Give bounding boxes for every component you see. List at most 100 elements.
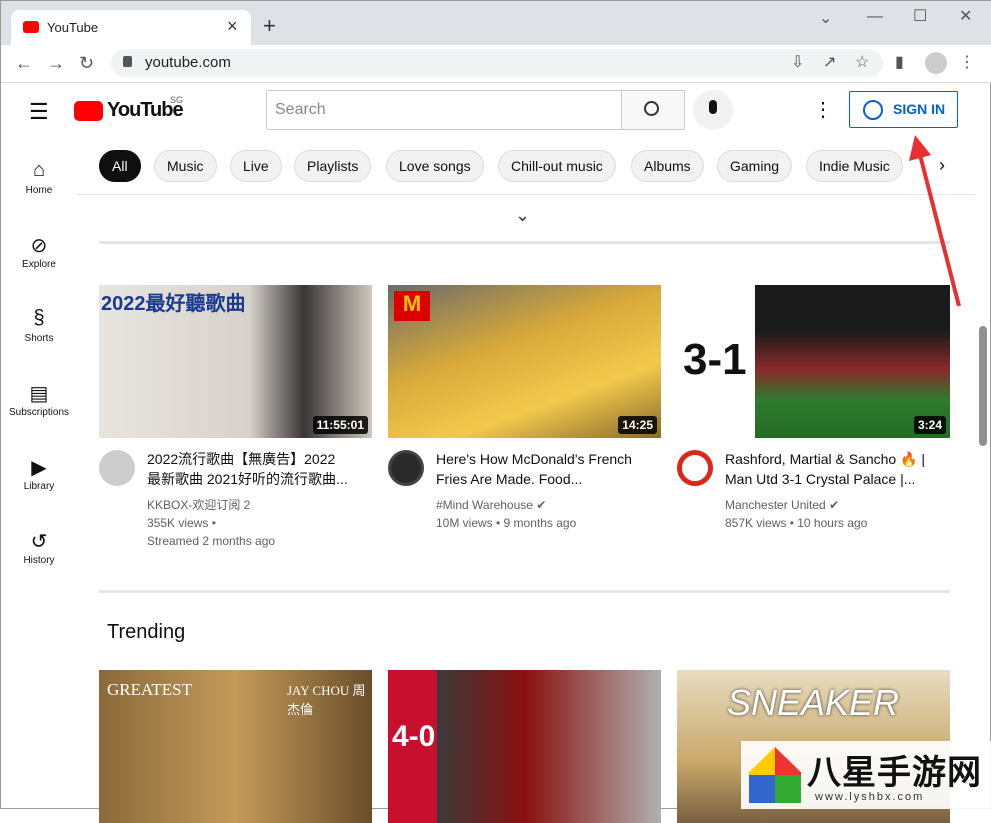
chrome-menu-icon[interactable]: ⋮ [959, 53, 975, 73]
sidebar-label: Shorts [25, 333, 54, 344]
lock-icon [123, 56, 132, 67]
microphone-icon [709, 100, 717, 114]
new-tab-button[interactable]: + [263, 13, 276, 39]
sidebar-item-explore[interactable]: ⊘Explore [1, 233, 77, 270]
expand-chevron-icon[interactable]: ⌄ [515, 205, 530, 226]
section-divider [99, 241, 950, 244]
maximize-icon[interactable]: ☐ [913, 7, 927, 27]
chip-chill-out-music[interactable]: Chill-out music [498, 150, 616, 182]
channel-avatar[interactable] [388, 450, 424, 486]
watermark-logo: 八星手游网 www.lyshbx.com [741, 741, 991, 809]
sidebar-label: Explore [22, 259, 56, 270]
scrollbar-thumb[interactable] [979, 326, 987, 446]
minimize-icon[interactable]: — [867, 7, 883, 27]
compass-icon: ⊘ [1, 233, 77, 259]
sign-in-button[interactable]: SIGN IN [849, 91, 958, 128]
sidebar-item-subscriptions[interactable]: ▤Subscriptions [1, 381, 77, 418]
video-meta: KKBOX-欢迎订阅 2355K views •Streamed 2 month… [147, 496, 275, 550]
address-bar[interactable]: youtube.com ⇩ ↗ ☆ [111, 49, 883, 77]
video-title[interactable]: Here's How McDonald's FrenchFries Are Ma… [436, 449, 666, 489]
video-title[interactable]: Rashford, Martial & Sancho 🔥 |Man Utd 3-… [725, 449, 955, 489]
forward-icon[interactable]: → [47, 53, 65, 73]
sidebar-label: Home [26, 185, 53, 196]
scrollbar[interactable] [977, 83, 989, 810]
thumbnail-text: 3-1 [683, 335, 747, 385]
thumbnail-text: 4-0 [392, 720, 435, 754]
history-icon: ↺ [1, 529, 77, 555]
video-thumbnail[interactable]: M 14:25 [388, 285, 661, 438]
subscriptions-icon: ▤ [1, 381, 77, 407]
side-panel-icon[interactable]: ▮ [895, 53, 904, 73]
url-text: youtube.com [145, 54, 231, 71]
watermark-url: www.lyshbx.com [815, 791, 924, 803]
reload-icon[interactable]: ↻ [79, 53, 94, 73]
sidebar-item-library[interactable]: ▶Library [1, 455, 77, 492]
trending-heading: Trending [107, 621, 185, 644]
tab-title: YouTube [47, 20, 98, 35]
upload-age: Streamed 2 months ago [147, 532, 275, 550]
browser-tab[interactable]: YouTube × [11, 10, 251, 45]
sidebar-item-home[interactable]: ⌂Home [1, 159, 77, 196]
back-icon[interactable]: ← [15, 53, 33, 73]
search-input[interactable]: Search [266, 90, 622, 130]
region-label: SG [170, 95, 183, 105]
account-icon [863, 100, 883, 120]
video-meta: #Mind Warehouse ✔10M views • 9 months ag… [436, 496, 576, 532]
close-window-icon[interactable]: ✕ [959, 7, 972, 27]
sign-in-label: SIGN IN [893, 101, 945, 117]
thumbnail-text: 2022最好聽歌曲 [101, 287, 246, 316]
title-line: Man Utd 3-1 Crystal Palace |... [725, 469, 955, 489]
sidebar-label: History [23, 555, 54, 566]
duration-badge: 14:25 [618, 416, 657, 434]
channel-avatar[interactable] [99, 450, 135, 486]
chip-live[interactable]: Live [230, 150, 282, 182]
guide-menu-icon[interactable]: ☰ [29, 99, 49, 125]
video-meta: Manchester United ✔857K views • 10 hours… [725, 496, 867, 532]
search-button[interactable] [621, 90, 685, 130]
thumbnail-text: GREATEST [107, 680, 192, 700]
close-tab-icon[interactable]: × [227, 16, 238, 37]
sidebar-item-shorts[interactable]: §Shorts [1, 307, 77, 344]
verified-icon: ✔ [536, 498, 546, 512]
trending-thumbnail[interactable]: GREATEST JAY CHOU 周杰倫 [99, 670, 372, 823]
red-arrow-annotation [901, 131, 971, 321]
chip-music[interactable]: Music [154, 150, 217, 182]
title-line: 最新歌曲 2021好听的流行歌曲... [147, 469, 377, 489]
youtube-favicon-icon [23, 21, 39, 33]
youtube-play-icon [74, 101, 103, 121]
install-icon[interactable]: ⇩ [791, 53, 804, 73]
channel-avatar[interactable] [677, 450, 713, 486]
sidebar-item-history[interactable]: ↺History [1, 529, 77, 566]
profile-avatar-icon[interactable] [925, 52, 947, 74]
chip-gaming[interactable]: Gaming [717, 150, 792, 182]
view-count: 857K views • 10 hours ago [725, 514, 867, 532]
thumbnail-text: JAY CHOU 周杰倫 [287, 680, 372, 718]
chip-love-songs[interactable]: Love songs [386, 150, 484, 182]
thumbnail-text: SNEAKER [727, 682, 899, 724]
section-divider [99, 590, 950, 593]
video-thumbnail[interactable]: 2022最好聽歌曲 11:55:01 [99, 285, 372, 438]
chip-all[interactable]: All [99, 150, 141, 182]
chip-indie-music[interactable]: Indie Music [806, 150, 903, 182]
share-icon[interactable]: ↗ [823, 53, 836, 73]
channel-name[interactable]: Manchester United [725, 498, 826, 512]
settings-menu-icon[interactable]: ⋮ [813, 97, 833, 122]
chip-playlists[interactable]: Playlists [294, 150, 371, 182]
title-line: 2022流行歌曲【無廣告】2022 [147, 449, 377, 469]
title-line: Fries Are Made. Food... [436, 469, 666, 489]
shorts-icon: § [1, 307, 77, 333]
library-icon: ▶ [1, 455, 77, 481]
channel-name[interactable]: KKBOX-欢迎订阅 2 [147, 496, 275, 514]
sidebar-label: Library [24, 481, 55, 492]
bookmark-star-icon[interactable]: ☆ [855, 53, 869, 73]
duration-badge: 3:24 [914, 416, 946, 434]
view-count: 355K views • [147, 514, 275, 532]
voice-search-button[interactable] [693, 90, 733, 130]
tab-search-icon[interactable]: ⌄ [819, 9, 832, 29]
trending-thumbnail[interactable]: 4-0 [388, 670, 661, 823]
title-line: Here's How McDonald's French [436, 449, 666, 469]
chip-albums[interactable]: Albums [631, 150, 704, 182]
mcdonalds-logo-icon: M [394, 291, 430, 321]
channel-name[interactable]: #Mind Warehouse [436, 498, 533, 512]
video-title[interactable]: 2022流行歌曲【無廣告】2022最新歌曲 2021好听的流行歌曲... [147, 449, 377, 489]
